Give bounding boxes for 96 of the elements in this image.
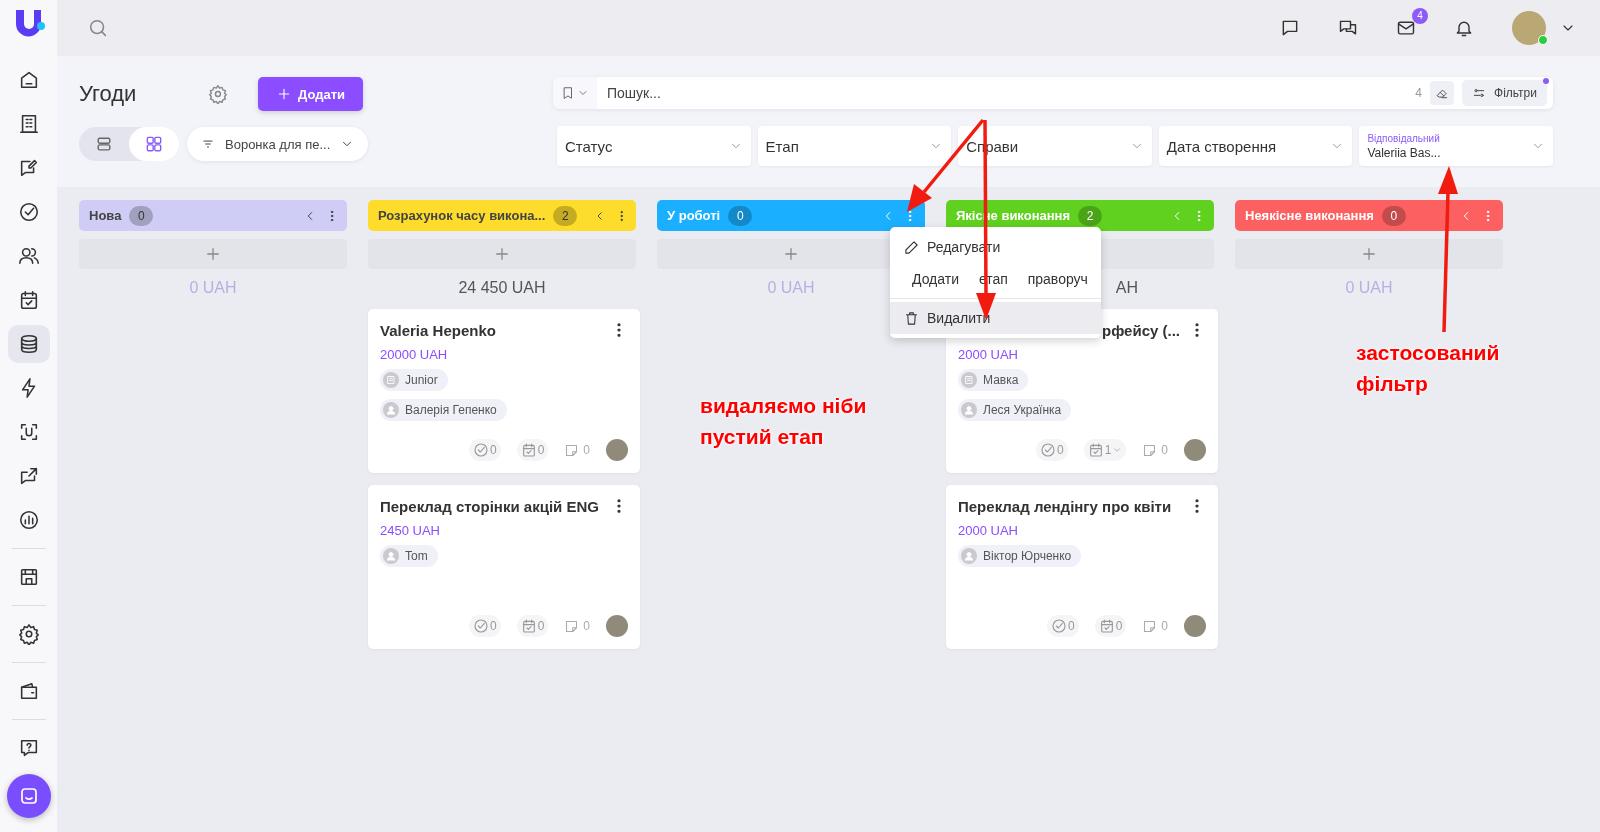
building-icon xyxy=(17,113,40,135)
deal-title[interactable]: рфейсу (... xyxy=(1102,321,1180,339)
deal-title[interactable]: Переклад сторінки акцій ENG xyxy=(380,497,602,515)
stage-name: У роботі xyxy=(667,208,721,223)
deal-title[interactable]: Переклад лендінгу про квіти xyxy=(958,497,1180,515)
filter-dropdown[interactable]: Дата створення xyxy=(1158,126,1353,166)
chats-icon[interactable] xyxy=(1338,18,1358,38)
pencil-icon xyxy=(904,239,919,255)
check-circle-icon xyxy=(472,442,489,458)
grid-icon xyxy=(144,134,164,154)
annotation-text: застосований фільтр xyxy=(1356,340,1501,397)
plus-icon xyxy=(493,245,511,263)
plus-icon xyxy=(204,245,222,263)
check-circle-icon xyxy=(17,201,40,223)
stage-name: Нова xyxy=(89,208,122,223)
mail-icon[interactable] xyxy=(1396,18,1416,38)
filters-button[interactable]: Фільтри xyxy=(1462,80,1547,106)
deal-amount: 2000 UAH xyxy=(958,523,1019,538)
funnel-select[interactable]: Воронка для пе... xyxy=(187,127,369,161)
add-button[interactable]: Додати xyxy=(257,77,363,111)
stage-name: Розрахунок часу викона... xyxy=(378,208,546,223)
calendar-icon xyxy=(1087,442,1104,458)
bookmark-icon xyxy=(561,86,575,100)
person-icon xyxy=(383,548,399,564)
note-icon xyxy=(564,442,580,458)
contact-tag[interactable]: Леся Українка xyxy=(958,399,1072,421)
check-circle-icon xyxy=(1050,618,1067,634)
filter-label: Дата створення xyxy=(1166,137,1278,155)
person-icon xyxy=(383,402,399,418)
plus-icon xyxy=(1360,245,1378,263)
filter-dropdown[interactable]: Статус xyxy=(557,126,751,166)
sliders-icon xyxy=(1472,86,1486,100)
stage-count: 0 xyxy=(129,205,154,226)
avatar-placeholder[interactable] xyxy=(606,439,628,461)
check-circle-icon xyxy=(1039,442,1056,458)
rows-icon xyxy=(94,134,114,154)
chart-icon xyxy=(17,509,40,531)
notification-badge: 4 xyxy=(1412,8,1428,24)
calendar-icon xyxy=(520,442,537,458)
contact-tag[interactable]: Tom xyxy=(380,545,438,567)
board-view-button[interactable] xyxy=(129,127,179,161)
search-field[interactable]: Пошук... 4 Фільтри xyxy=(597,77,1553,109)
stage-total: 24 450 UAH xyxy=(458,279,546,297)
page-title: Угоди xyxy=(79,81,138,107)
chat-icon[interactable] xyxy=(1280,18,1300,38)
contact-tag[interactable]: Валерія Гепенко xyxy=(380,399,507,421)
settings-icon xyxy=(17,623,40,645)
building-icon xyxy=(383,372,399,388)
nav-item[interactable] xyxy=(7,325,50,363)
users-icon xyxy=(17,245,40,267)
contact-tag[interactable]: Віктор Юрченко xyxy=(958,545,1082,567)
menu-item[interactable]: Видалити xyxy=(890,302,1101,334)
result-count: 4 xyxy=(1415,86,1422,100)
stage-count: 0 xyxy=(1381,205,1406,226)
filter-label: Етап xyxy=(765,137,800,155)
stage-total: 0 UAH xyxy=(1345,279,1393,297)
stage-total: 0 UAH xyxy=(189,279,237,297)
stage-name: Неякісне виконання xyxy=(1245,208,1374,223)
clear-button[interactable] xyxy=(1430,81,1454,105)
settings-icon[interactable] xyxy=(208,84,228,104)
filter-dropdown[interactable]: Відповідальний Valeriia Bas... xyxy=(1359,126,1553,166)
stage-count: 0 xyxy=(728,205,753,226)
chevron-down-icon xyxy=(1112,445,1123,455)
building-icon xyxy=(961,372,977,388)
company-tag[interactable]: Junior xyxy=(380,369,448,391)
chat-support-button[interactable] xyxy=(6,774,51,818)
person-icon xyxy=(961,548,977,564)
note-icon xyxy=(564,618,580,634)
avatar-placeholder[interactable] xyxy=(1184,439,1206,461)
search-icon[interactable] xyxy=(87,17,109,39)
deal-amount: 20000 UAH xyxy=(380,347,449,362)
filter-icon xyxy=(201,137,215,151)
filter-dropdown[interactable]: Етап xyxy=(757,126,952,166)
filter-label: Відповідальний xyxy=(1367,132,1441,144)
calendar-icon xyxy=(1098,618,1115,634)
trash-icon xyxy=(904,310,919,326)
annotation-text: видаляємо ніби пустий етап xyxy=(700,393,868,450)
funnel-select-value: Воронка для пе... xyxy=(225,136,331,152)
check-circle-icon xyxy=(472,618,489,634)
stage-total: AH xyxy=(1115,279,1138,297)
filter-label: Статус xyxy=(565,137,614,155)
deal-amount: 2450 UAH xyxy=(380,523,441,538)
avatar-placeholder[interactable] xyxy=(606,615,628,637)
plus-icon xyxy=(782,245,800,263)
deal-title[interactable]: Valeria Hepenko xyxy=(380,321,602,339)
deal-amount: 2000 UAH xyxy=(958,347,1019,362)
note-icon xyxy=(1142,618,1158,634)
person-icon xyxy=(961,402,977,418)
stage-count: 2 xyxy=(1078,205,1103,226)
calendar-icon xyxy=(520,618,537,634)
avatar-placeholder[interactable] xyxy=(1184,615,1206,637)
stage-count: 2 xyxy=(553,205,578,226)
note-icon xyxy=(1142,442,1158,458)
company-tag[interactable]: Мавка xyxy=(958,369,1029,391)
filter-value: Valeriia Bas... xyxy=(1367,145,1442,160)
stage-total: 0 UAH xyxy=(767,279,815,297)
